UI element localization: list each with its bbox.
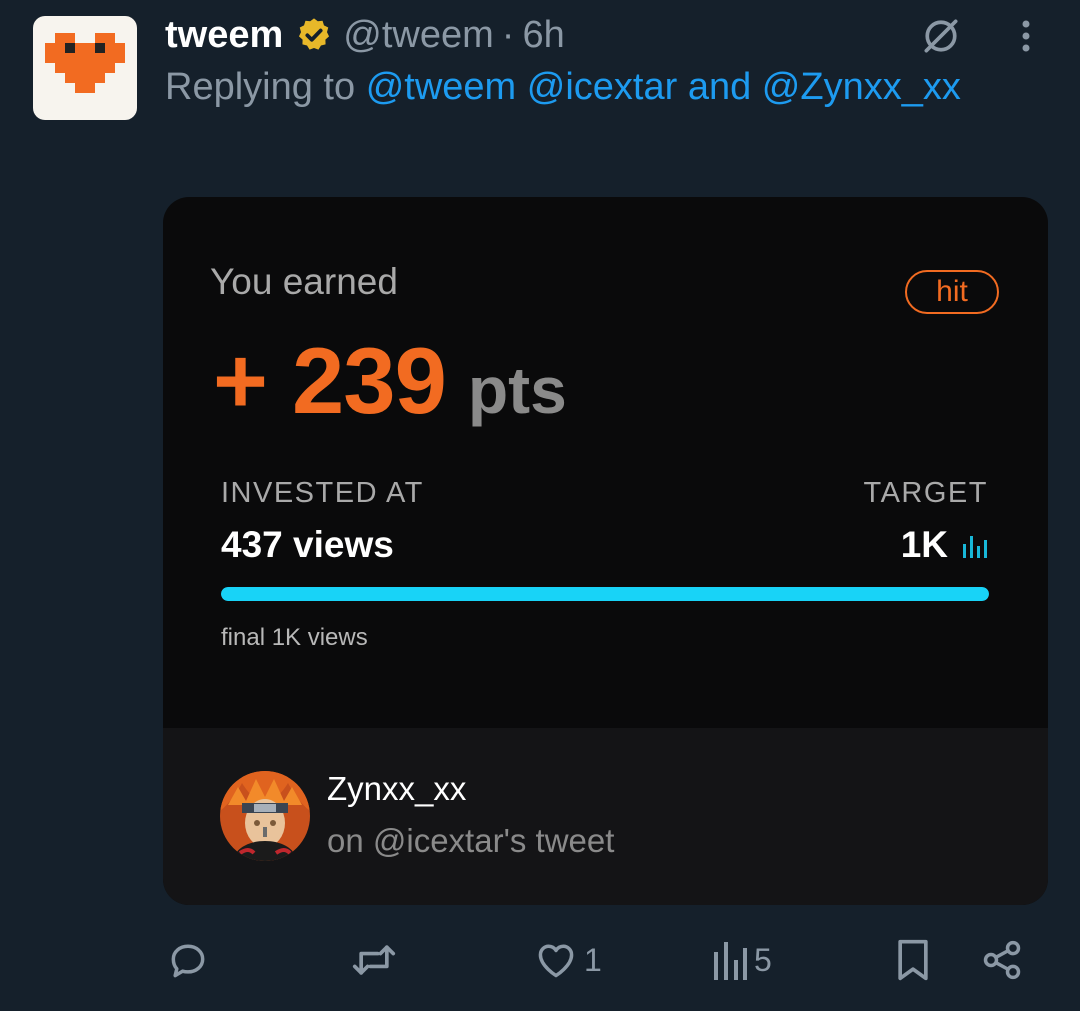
target-label: TARGET [863,477,988,509]
progress-fill [221,587,989,601]
views-count: 5 [754,941,772,978]
more-vertical-icon [1022,20,1030,52]
like-button[interactable]: 1 [534,935,602,985]
mention-icextar[interactable]: @icextar [527,66,678,108]
replying-prefix: Replying to [165,66,356,108]
grok-button[interactable] [916,14,966,58]
retweet-button[interactable] [350,935,404,985]
display-name[interactable]: tweem [165,14,283,57]
mention-tweem[interactable]: @tweem [366,66,517,108]
points-row: + 239 pts [213,327,567,435]
card-footer[interactable]: Zynxx_xx on @icextar's tweet [163,728,1048,905]
invested-value: 437 views [221,524,394,565]
share-icon [983,940,1021,980]
tweet-page: tweem @tweem · 6h Replying to @tweem @ic… [0,0,1080,1011]
pixel-heart-logo-icon [45,33,125,93]
grok-icon [924,19,958,53]
handle[interactable]: @tweem [343,14,494,57]
mention-zynxx[interactable]: @Zynxx_xx [762,66,961,108]
bookmark-icon [898,939,928,981]
user-name[interactable]: Zynxx_xx [327,770,466,808]
target-value-row: 1K [901,524,990,566]
tweet-header: tweem @tweem · 6h [165,10,565,60]
profile-avatar[interactable] [33,16,137,120]
points-value: + 239 [213,328,447,433]
share-button[interactable] [980,935,1024,985]
verified-badge-icon [295,16,333,54]
timestamp[interactable]: 6h [522,14,564,57]
heart-icon [538,944,574,978]
target-value: 1K [900,524,948,565]
retweet-icon [352,945,396,975]
invested-label: INVESTED AT [221,477,424,509]
views-button[interactable]: 5 [712,935,772,985]
bookmark-button[interactable] [893,935,933,985]
earnings-card[interactable]: You earned hit + 239 pts INVESTED AT TAR… [163,197,1048,905]
reply-icon [171,944,205,978]
more-options-button[interactable] [1006,14,1046,58]
hit-badge: hit [905,270,999,314]
earned-label: You earned [210,261,398,302]
reply-button[interactable] [166,935,216,985]
replying-to: Replying to @tweem @icextar and @Zynxx_x… [165,66,961,109]
views-icon [714,942,747,980]
replying-and: and [687,66,752,108]
user-avatar[interactable] [220,771,310,861]
final-label: final 1K views [221,624,368,651]
user-subtitle: on @icextar's tweet [327,822,615,859]
points-unit: pts [467,353,567,427]
progress-bar [221,587,989,601]
views-chart-icon [962,532,990,558]
separator-dot: · [501,13,515,56]
like-count: 1 [584,941,602,978]
